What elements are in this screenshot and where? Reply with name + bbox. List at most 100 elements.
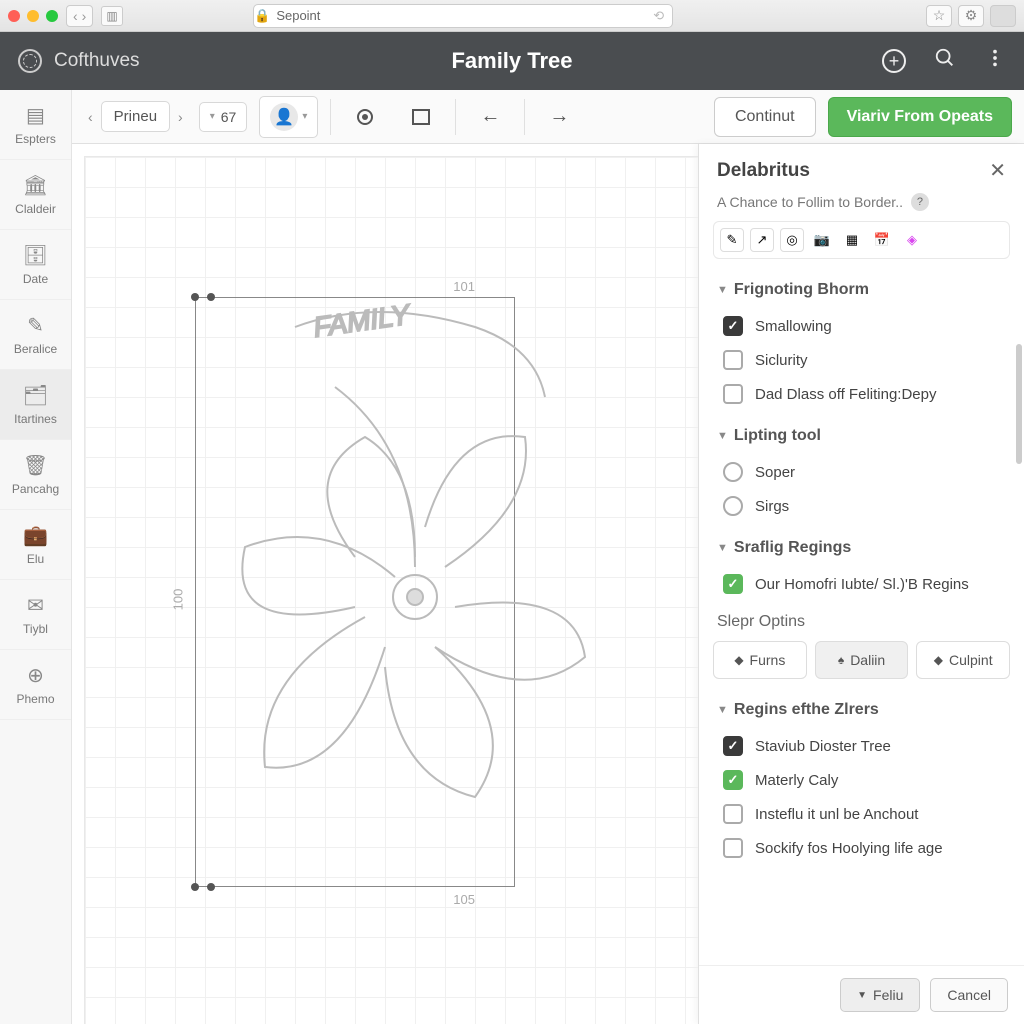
pen-icon: ✎ — [27, 313, 44, 338]
section-title: Frignoting Bhorm — [734, 281, 869, 299]
search-icon[interactable] — [934, 47, 956, 75]
option-label: Smallowing — [755, 318, 832, 335]
checkbox-materly[interactable] — [723, 770, 743, 790]
section-title: Sraflig Regings — [734, 539, 851, 557]
caret-down-icon: ▼ — [717, 704, 728, 716]
rail-item-tiybl[interactable]: ✉Tiybl — [0, 580, 71, 650]
url-text: Sepoint — [276, 8, 320, 23]
primary-action-button[interactable]: Viariv From Opeats — [828, 97, 1012, 137]
checkbox-dad-dlass[interactable] — [723, 384, 743, 404]
segment-control: ◆Furns ♠Daliin ◆Culpint — [699, 641, 1024, 693]
rail-item-phemo[interactable]: ⊕Phemo — [0, 650, 71, 720]
tag-tool-icon[interactable]: ◈ — [900, 228, 924, 252]
checkbox-staviub[interactable] — [723, 736, 743, 756]
rail-item-date[interactable]: 🗄Date — [0, 230, 71, 300]
calendar-tool-icon[interactable]: 📅 — [870, 228, 894, 252]
resize-handle[interactable] — [191, 883, 199, 891]
rail-item-espters[interactable]: ▤Espters — [0, 90, 71, 160]
add-button[interactable]: + — [882, 49, 906, 73]
radio-sirgs[interactable] — [723, 496, 743, 516]
settings-icon[interactable]: ⚙ — [958, 5, 984, 27]
panel-subtitle: A Chance to Follim to Border.. — [717, 194, 903, 210]
resize-handle[interactable] — [207, 883, 215, 891]
window-minimize[interactable] — [27, 10, 39, 22]
seg-culpint[interactable]: ◆Culpint — [916, 641, 1010, 679]
window-close[interactable] — [8, 10, 20, 22]
reload-icon[interactable]: ⟲ — [653, 8, 664, 24]
breadcrumb-select[interactable]: Prineu — [101, 101, 170, 132]
rail-label: Elu — [27, 552, 44, 566]
image-button[interactable] — [399, 97, 443, 137]
section-toggle-regins[interactable]: ▼ Regins efthe Zlrers — [717, 701, 1006, 719]
toolbar: ‹ Prineu › ▾67 👤▾ ← → Continut Viariv Fr… — [72, 90, 1024, 144]
divider — [330, 99, 331, 135]
rail-item-pancahg[interactable]: 🗑Pancahg — [0, 440, 71, 510]
compass-icon: ⊕ — [27, 663, 44, 688]
seg-furns[interactable]: ◆Furns — [713, 641, 807, 679]
artboard-selection[interactable]: 101 100 105 FAMILY — [195, 297, 515, 887]
section-toggle-lipting[interactable]: ▼Lipting tool — [717, 427, 1006, 445]
more-menu-icon[interactable] — [984, 47, 1006, 75]
option-label: Insteflu it unl be Anchout — [755, 806, 918, 823]
checkbox-siclurity[interactable] — [723, 350, 743, 370]
checkbox-homofri[interactable] — [723, 574, 743, 594]
camera-tool-icon[interactable]: 📷 — [810, 228, 834, 252]
artwork-flower: FAMILY — [235, 287, 595, 907]
scrollbar-thumb[interactable] — [1016, 344, 1022, 464]
option-label: Soper — [755, 464, 795, 481]
checkbox-sockify[interactable] — [723, 838, 743, 858]
app-logo-icon[interactable] — [18, 49, 42, 73]
brand-name: Cofthuves — [54, 50, 140, 72]
section-toggle-frignoting[interactable]: ▼Frignoting Bhorm — [717, 281, 1006, 299]
seg-daliin[interactable]: ♠Daliin — [815, 641, 909, 679]
building-icon: 🏛 — [23, 173, 48, 198]
caret-down-icon: ▼ — [717, 542, 728, 554]
next-arrow[interactable]: → — [537, 97, 581, 137]
sidebar-toggle[interactable]: ▥ — [101, 6, 122, 26]
browser-chrome: ‹ › ▥ 🔒 Sepoint ⟲ ☆ ⚙ — [0, 0, 1024, 32]
breadcrumb-prev[interactable]: ‹ — [84, 109, 97, 125]
prev-arrow[interactable]: ← — [468, 97, 512, 137]
rail-item-beralice[interactable]: ✎Beralice — [0, 300, 71, 370]
divider — [524, 99, 525, 135]
cancel-button[interactable]: Cancel — [930, 978, 1008, 1012]
address-bar[interactable]: 🔒 Sepoint ⟲ — [253, 4, 673, 28]
apply-dropdown[interactable]: ▼Feliu — [840, 978, 920, 1012]
checkbox-insteflu[interactable] — [723, 804, 743, 824]
properties-panel: Delabritus ✕ A Chance to Follim to Borde… — [698, 144, 1024, 1024]
rail-label: Claldeir — [15, 202, 56, 216]
breadcrumb-next[interactable]: › — [174, 109, 187, 125]
seg-label: Culpint — [949, 652, 993, 668]
arrow-tool-icon[interactable]: ↗ — [750, 228, 774, 252]
rail-label: Date — [23, 272, 48, 286]
tabs-icon[interactable] — [990, 5, 1016, 27]
option-label: Sockify fos Hoolying life age — [755, 840, 943, 857]
rail-item-itartines[interactable]: 🗂Itartines — [0, 370, 71, 440]
pencil-tool-icon[interactable]: ✎ — [720, 228, 744, 252]
lock-icon: 🔒 — [254, 8, 270, 24]
record-button[interactable] — [343, 97, 387, 137]
rail-item-elu[interactable]: 💼Elu — [0, 510, 71, 580]
continue-button[interactable]: Continut — [714, 97, 816, 137]
section-toggle-sraflig[interactable]: ▼ Sraflig Regings — [717, 539, 1006, 557]
target-tool-icon[interactable]: ◎ — [780, 228, 804, 252]
info-icon[interactable]: ? — [911, 193, 929, 211]
number-field[interactable]: ▾67 — [199, 102, 248, 132]
seg-label: Daliin — [850, 652, 885, 668]
resize-handle[interactable] — [191, 293, 199, 301]
stack-tool-icon[interactable]: ▦ — [840, 228, 864, 252]
bookmark-icon[interactable]: ☆ — [926, 5, 952, 27]
section-title: Regins efthe Zlrers — [734, 701, 879, 719]
rail-item-claldeir[interactable]: 🏛 Claldeir — [0, 160, 71, 230]
resize-handle[interactable] — [207, 293, 215, 301]
option-label: Materly Caly — [755, 772, 838, 789]
rail-label: Tiybl — [23, 622, 48, 636]
canvas[interactable]: 101 100 105 FAMILY — [84, 156, 698, 1024]
section-title: Lipting tool — [734, 427, 821, 445]
checkbox-smallowing[interactable] — [723, 316, 743, 336]
radio-soper[interactable] — [723, 462, 743, 482]
close-icon[interactable]: ✕ — [989, 158, 1006, 183]
nav-back-forward[interactable]: ‹ › — [66, 5, 93, 27]
user-menu[interactable]: 👤▾ — [259, 96, 318, 138]
window-zoom[interactable] — [46, 10, 58, 22]
